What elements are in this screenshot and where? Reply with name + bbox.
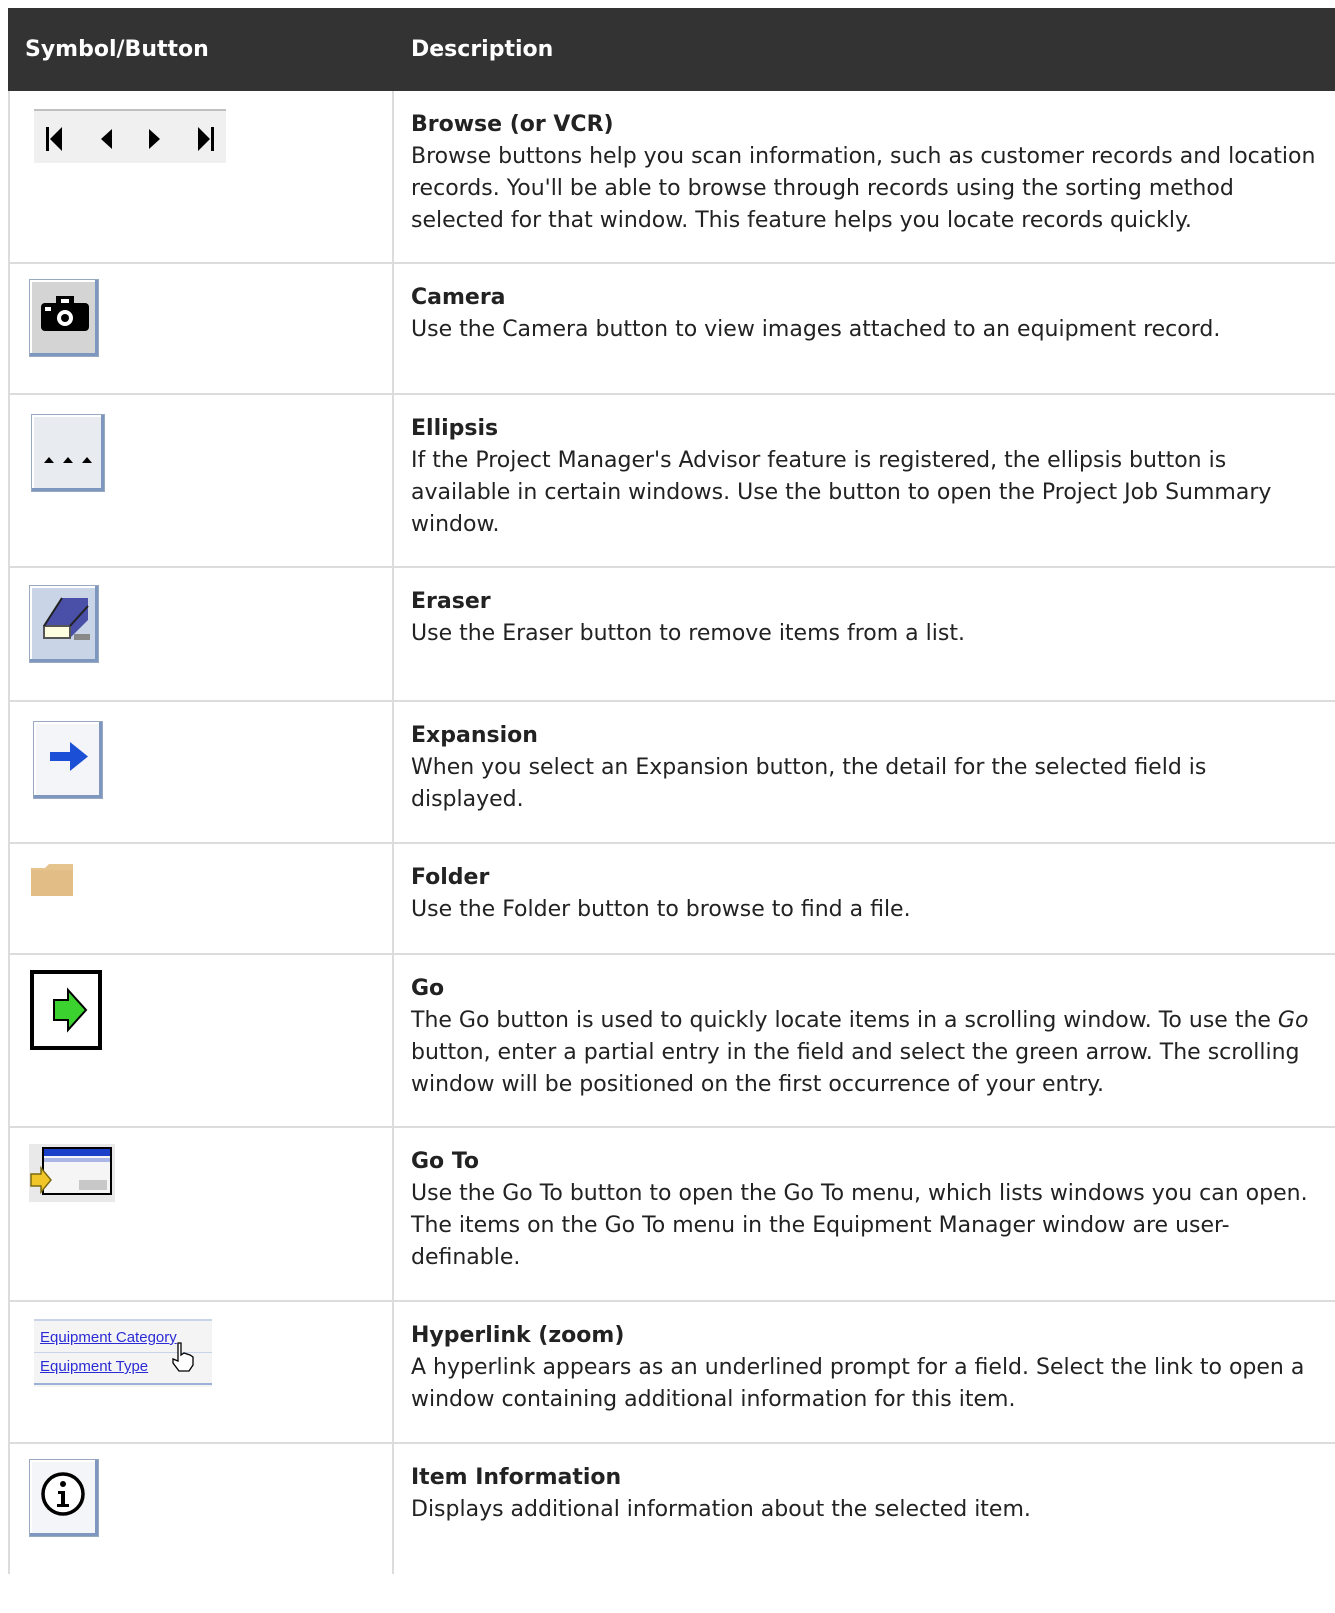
row-title: Camera [411, 285, 506, 310]
row-title: Hyperlink (zoom) [411, 1323, 625, 1348]
table-row-camera: Camera Use the Camera button to view ima… [8, 264, 1335, 395]
row-description: Use the Camera button to view images att… [411, 317, 1221, 342]
row-description: Use the Eraser button to remove items fr… [411, 621, 965, 646]
camera-icon[interactable] [29, 279, 99, 357]
row-title: Folder [411, 865, 490, 890]
row-description: When you select an Expansion button, the… [411, 755, 1207, 812]
eraser-icon[interactable] [29, 585, 99, 663]
row-title: Browse (or VCR) [411, 112, 614, 137]
row-description: If the Project Manager's Advisor feature… [411, 448, 1272, 537]
table-row-expansion: Expansion When you select an Expansion b… [8, 702, 1335, 844]
table-row-hyperlink: Equipment Category Equipment Type Hyperl… [8, 1302, 1335, 1444]
row-title: Ellipsis [411, 416, 499, 441]
row-description: The Go button is used to quickly locate … [411, 1008, 1309, 1097]
row-title: Go To [411, 1149, 480, 1174]
table-header: Symbol/Button Description [8, 8, 1335, 91]
go-italic-word: Go [1277, 1008, 1309, 1033]
table-row-go: Go The Go button is used to quickly loca… [8, 955, 1335, 1128]
table-row-eraser: Eraser Use the Eraser button to remove i… [8, 568, 1335, 702]
table-row-ellipsis: Ellipsis If the Project Manager's Adviso… [8, 395, 1335, 568]
table-row-go-to: Go To Use the Go To button to open the G… [8, 1128, 1335, 1302]
folder-icon[interactable] [29, 860, 75, 900]
column-header-description: Description [411, 37, 554, 62]
expansion-arrow-icon[interactable] [33, 721, 103, 799]
column-header-symbol: Symbol/Button [25, 37, 209, 62]
go-arrow-icon[interactable] [30, 970, 104, 1052]
row-title: Item Information [411, 1465, 622, 1490]
vcr-buttons-icon[interactable] [34, 109, 226, 163]
row-description: Use the Folder button to browse to find … [411, 897, 911, 922]
hyperlink-icon: Equipment Category Equipment Type [34, 1319, 212, 1387]
row-title: Go [411, 976, 445, 1001]
table-row-item-information: Item Information Displays additional inf… [8, 1444, 1335, 1574]
info-icon[interactable] [29, 1459, 99, 1537]
hand-cursor-icon [172, 1342, 194, 1372]
symbol-table: Symbol/Button Description Browse (or VCR… [8, 8, 1335, 1574]
ellipsis-icon[interactable] [31, 414, 105, 492]
row-title: Expansion [411, 723, 538, 748]
row-description: Use the Go To button to open the Go To m… [411, 1181, 1308, 1270]
hyperlink-equipment-category[interactable]: Equipment Category [40, 1329, 177, 1346]
table-row-folder: Folder Use the Folder button to browse t… [8, 844, 1335, 955]
go-to-icon[interactable] [29, 1144, 115, 1202]
row-title: Eraser [411, 589, 491, 614]
table-row-browse: Browse (or VCR) Browse buttons help you … [8, 91, 1335, 264]
row-description: A hyperlink appears as an underlined pro… [411, 1355, 1305, 1412]
hyperlink-equipment-type[interactable]: Equipment Type [40, 1358, 148, 1375]
row-description: Displays additional information about th… [411, 1497, 1031, 1522]
row-description: Browse buttons help you scan information… [411, 144, 1316, 233]
